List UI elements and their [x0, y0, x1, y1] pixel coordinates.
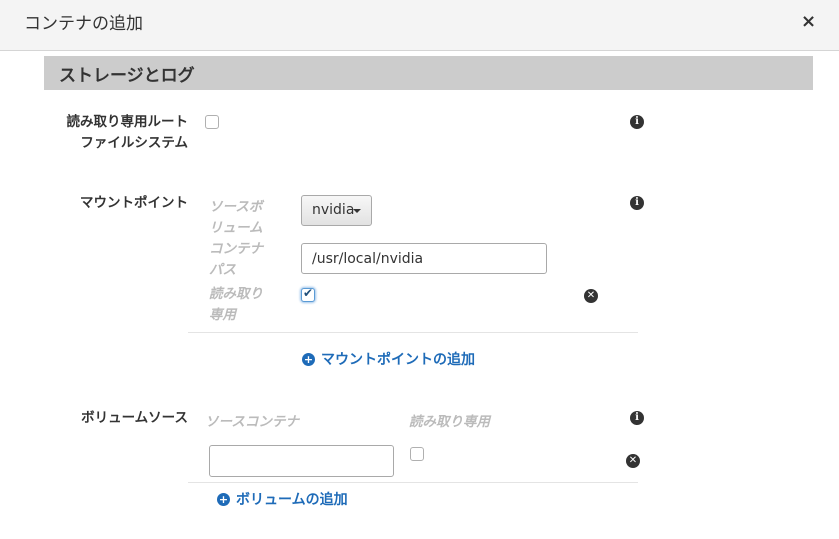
info-icon[interactable]: i	[630, 196, 644, 210]
dialog-title: コンテナの追加	[24, 14, 143, 34]
container-path-label-line1: コンテナ	[209, 241, 263, 257]
source-volume-label-line2: リューム	[209, 220, 263, 236]
container-path-label-line2: パス	[209, 262, 236, 278]
source-volume-label: ソースボ リューム	[209, 197, 263, 239]
remove-icon[interactable]: ✕	[626, 454, 640, 468]
section-header: ストレージとログ	[44, 56, 813, 90]
mount-readonly-label: 読み取り 専用	[209, 284, 263, 326]
readonly-root-label-line1: 読み取り専用ルート	[66, 114, 189, 130]
source-volume-select-value: nvidia	[312, 202, 355, 218]
add-mount-point-label: マウントポイントの追加	[321, 352, 475, 368]
container-path-label: コンテナ パス	[209, 239, 263, 281]
close-icon[interactable]: ×	[801, 12, 816, 32]
source-container-header: ソースコンテナ	[205, 414, 299, 430]
add-volume-link[interactable]: + ボリュームの追加	[217, 489, 348, 509]
remove-icon[interactable]: ✕	[584, 289, 598, 303]
mount-readonly-label-line2: 専用	[209, 307, 236, 323]
volume-readonly-checkbox[interactable]	[410, 447, 424, 461]
divider	[188, 482, 638, 483]
section-title: ストレージとログ	[59, 66, 195, 86]
add-mount-point-link[interactable]: + マウントポイントの追加	[302, 349, 475, 369]
plus-circle-icon: +	[217, 493, 230, 506]
add-volume-label: ボリュームの追加	[236, 492, 348, 508]
info-icon[interactable]: i	[630, 115, 644, 129]
readonly-root-label-line2: ファイルシステム	[80, 135, 188, 151]
mount-readonly-label-line1: 読み取り	[209, 286, 263, 302]
source-volume-select[interactable]: nvidia	[301, 195, 372, 226]
divider	[188, 332, 638, 333]
readonly-root-checkbox[interactable]	[205, 115, 219, 129]
chevron-down-icon	[353, 209, 361, 213]
readonly-root-label: 読み取り専用ルート ファイルシステム	[62, 112, 189, 154]
mount-readonly-checkbox[interactable]: ✔	[301, 286, 315, 302]
plus-circle-icon: +	[302, 353, 315, 366]
container-path-input[interactable]	[301, 243, 547, 274]
volume-readonly-header: 読み取り専用	[409, 414, 490, 430]
checkmark-icon: ✔	[303, 286, 314, 300]
source-volume-label-line1: ソースボ	[209, 199, 263, 215]
mount-points-label: マウントポイント	[80, 195, 188, 211]
source-container-input[interactable]	[209, 445, 394, 477]
dialog-titlebar: コンテナの追加 ×	[0, 0, 839, 51]
volume-sources-label: ボリュームソース	[81, 410, 188, 426]
info-icon[interactable]: i	[630, 411, 644, 425]
